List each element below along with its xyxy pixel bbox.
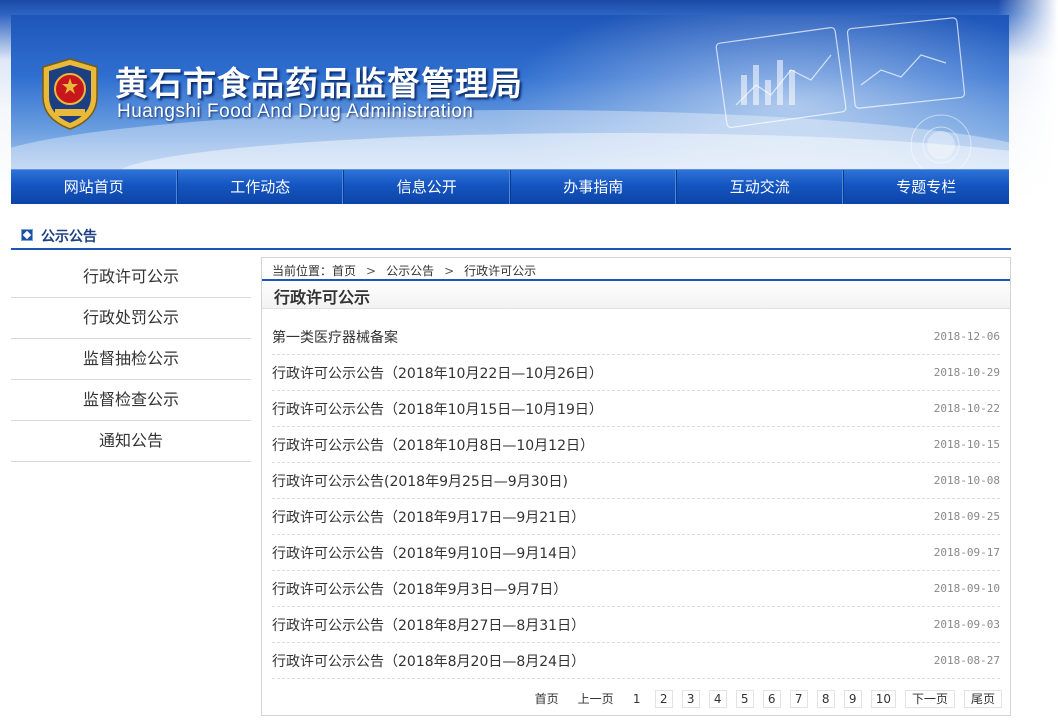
pager-prev-button[interactable]: 上一页 [573,690,619,708]
article-date: 2018-09-17 [933,546,1000,559]
article-title-link[interactable]: 行政许可公示公告(2018年9月25日—9月30日) [272,471,568,491]
sidebar-item-admin-permit[interactable]: 行政许可公示 [11,257,251,298]
breadcrumb-prefix: 当前位置： [272,264,333,278]
article-date: 2018-09-25 [933,510,1000,523]
breadcrumb: 当前位置：首页 > 公示公告 > 行政许可公示 [272,262,536,279]
sidebar-item-supervision-check[interactable]: 监督检查公示 [11,380,251,421]
article-row[interactable]: 行政许可公示公告（2018年8月27日—8月31日） 2018-09-03 [272,607,1000,643]
article-title-link[interactable]: 行政许可公示公告（2018年8月27日—8月31日） [272,615,585,635]
sidebar: 行政许可公示 行政处罚公示 监督抽检公示 监督检查公示 通知公告 [11,257,251,462]
section-heading: 公示公告 [11,224,1011,250]
article-title-link[interactable]: 行政许可公示公告（2018年10月15日—10月19日） [272,399,603,419]
pager-page-button[interactable]: 5 [735,690,754,708]
breadcrumb-separator: > [366,264,377,278]
site-banner: 黄石市食品药品监督管理局 Huangshi Food And Drug Admi… [11,15,1009,169]
pager-next-button[interactable]: 下一页 [904,690,955,708]
pagination: 首页 上一页 1 2 3 4 5 6 7 8 9 10 下一页 尾页 [521,690,1002,708]
article-title-link[interactable]: 行政许可公示公告（2018年8月20日—8月24日） [272,651,585,671]
article-row[interactable]: 行政许可公示公告(2018年9月25日—9月30日) 2018-10-08 [272,463,1000,499]
section-bullet-icon [21,229,33,241]
pager-page-button[interactable]: 7 [789,690,808,708]
pager-page-button[interactable]: 4 [708,690,727,708]
article-row[interactable]: 第一类医疗器械备案 2018-12-06 [272,319,1000,355]
article-row[interactable]: 行政许可公示公告（2018年10月22日—10月26日） 2018-10-29 [272,355,1000,391]
article-row[interactable]: 行政许可公示公告（2018年10月8日—10月12日） 2018-10-15 [272,427,1000,463]
breadcrumb-separator: > [444,264,455,278]
article-row[interactable]: 行政许可公示公告（2018年9月10日—9月14日） 2018-09-17 [272,535,1000,571]
national-emblem-icon [42,58,98,130]
breadcrumb-home-link[interactable]: 首页 [332,264,356,278]
sidebar-item-admin-penalty[interactable]: 行政处罚公示 [11,298,251,339]
article-title-link[interactable]: 行政许可公示公告（2018年9月10日—9月14日） [272,543,585,563]
main-panel: 当前位置：首页 > 公示公告 > 行政许可公示 行政许可公示 第一类医疗器械备案 201… [261,257,1011,716]
nav-item-special-topics[interactable]: 专题专栏 [844,170,1010,204]
article-date: 2018-08-27 [933,654,1000,667]
nav-item-work-news[interactable]: 工作动态 [178,170,344,204]
site-subtitle: Huangshi Food And Drug Administration [117,101,474,122]
pager-current-page: 1 [632,692,641,706]
article-row[interactable]: 行政许可公示公告（2018年9月17日—9月21日） 2018-09-25 [272,499,1000,535]
article-date: 2018-09-10 [933,582,1000,595]
sidebar-item-notices[interactable]: 通知公告 [11,421,251,462]
nav-item-home[interactable]: 网站首页 [11,170,178,204]
article-row[interactable]: 行政许可公示公告（2018年8月20日—8月24日） 2018-08-27 [272,643,1000,679]
article-list: 第一类医疗器械备案 2018-12-06 行政许可公示公告（2018年10月22… [272,319,1000,679]
nav-item-service-guide[interactable]: 办事指南 [511,170,677,204]
nav-item-interaction[interactable]: 互动交流 [677,170,844,204]
pager-page-button[interactable]: 2 [654,690,673,708]
article-date: 2018-10-29 [933,366,1000,379]
pager-page-button[interactable]: 6 [762,690,781,708]
breadcrumb-level2-link[interactable]: 行政许可公示 [464,264,536,278]
main-nav: 网站首页 工作动态 信息公开 办事指南 互动交流 专题专栏 [11,169,1009,204]
article-date: 2018-10-22 [933,402,1000,415]
article-row[interactable]: 行政许可公示公告（2018年10月15日—10月19日） 2018-10-22 [272,391,1000,427]
pager-first-button[interactable]: 首页 [530,690,564,708]
breadcrumb-level1-link[interactable]: 公示公告 [386,264,434,278]
section-title: 公示公告 [41,229,97,245]
article-title-link[interactable]: 行政许可公示公告（2018年9月3日—9月7日） [272,579,567,599]
article-title-link[interactable]: 行政许可公示公告（2018年9月17日—9月21日） [272,507,585,527]
article-date: 2018-09-03 [933,618,1000,631]
article-date: 2018-10-15 [933,438,1000,451]
nav-item-info-disclosure[interactable]: 信息公开 [344,170,511,204]
pager-page-button[interactable]: 8 [816,690,835,708]
panel-header: 行政许可公示 [262,279,1010,309]
site-title: 黄石市食品药品监督管理局 [115,64,523,103]
pager-last-button[interactable]: 尾页 [963,690,1002,708]
pager-page-button[interactable]: 3 [681,690,700,708]
page-title: 行政许可公示 [274,288,371,307]
article-title-link[interactable]: 第一类医疗器械备案 [272,327,398,347]
article-date: 2018-10-08 [933,474,1000,487]
article-title-link[interactable]: 行政许可公示公告（2018年10月8日—10月12日） [272,435,594,455]
tech-chart-decoration-icon [715,17,972,169]
article-row[interactable]: 行政许可公示公告（2018年9月3日—9月7日） 2018-09-10 [272,571,1000,607]
article-date: 2018-12-06 [933,330,1000,343]
sidebar-item-sampling-inspection[interactable]: 监督抽检公示 [11,339,251,380]
article-title-link[interactable]: 行政许可公示公告（2018年10月22日—10月26日） [272,363,603,383]
pager-page-button[interactable]: 10 [870,690,896,708]
pager-page-button[interactable]: 9 [843,690,862,708]
